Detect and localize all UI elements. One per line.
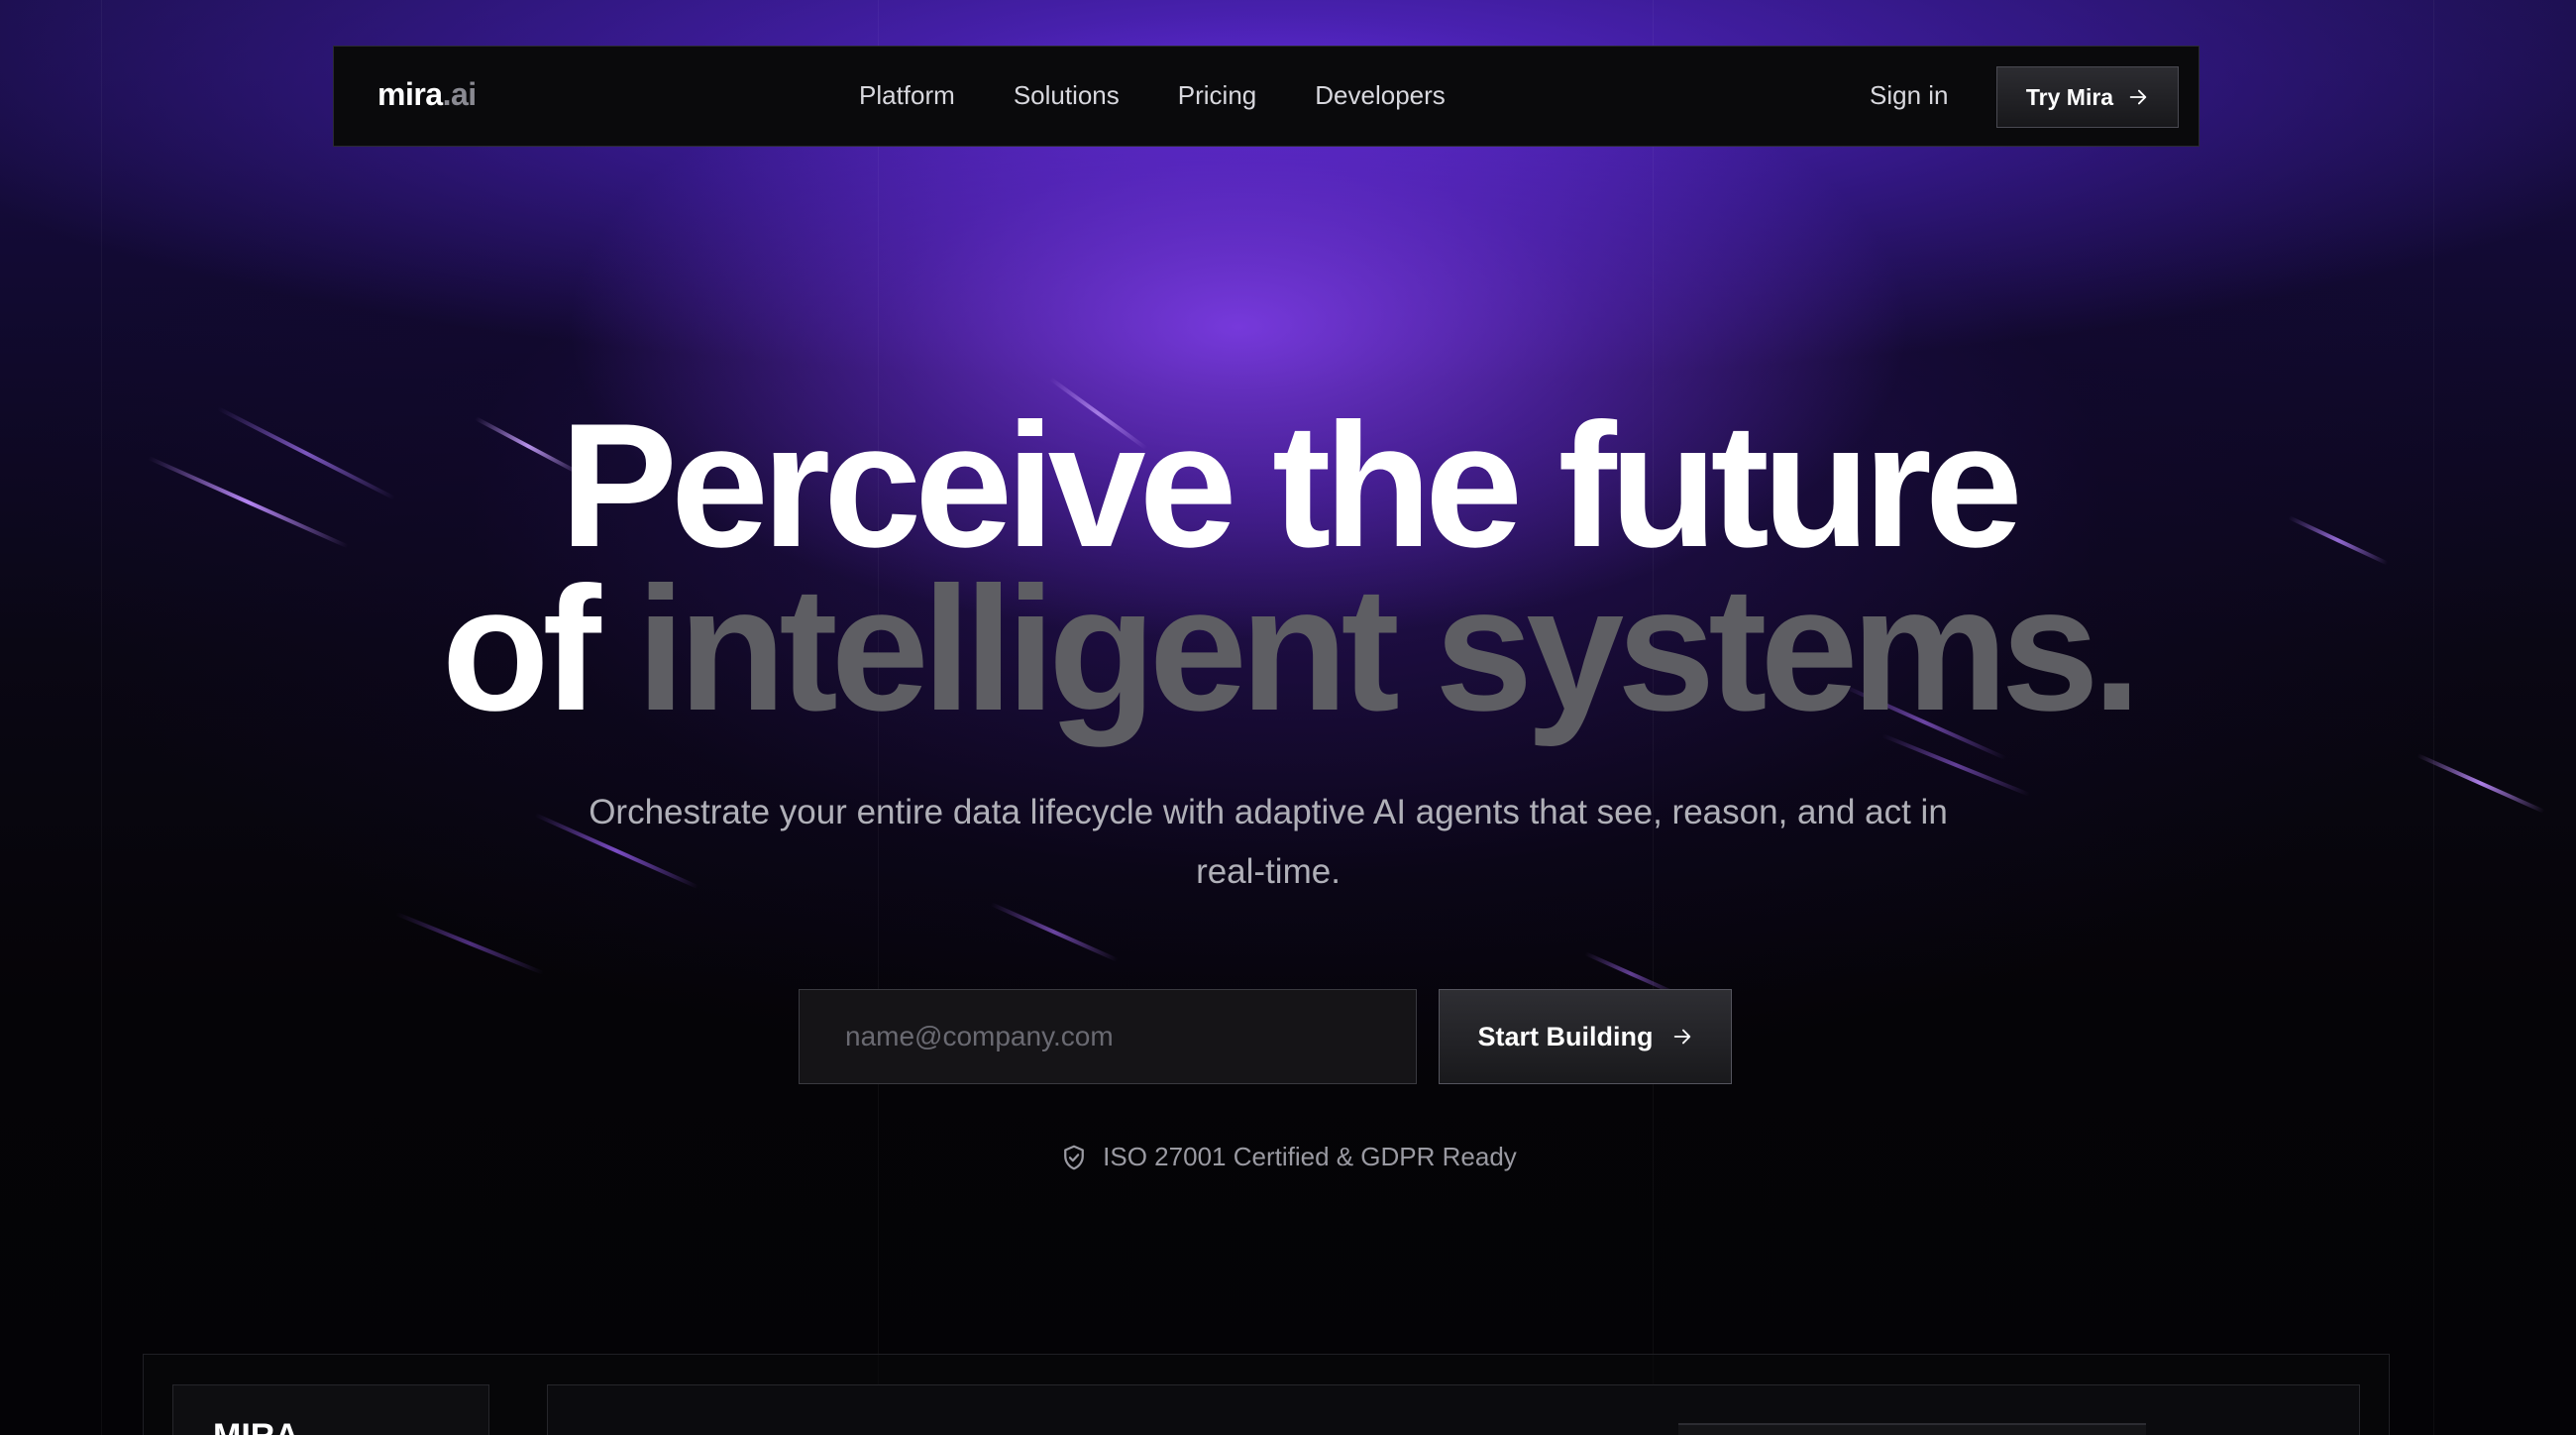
top-navbar: mira.ai Platform Solutions Pricing Devel… bbox=[333, 46, 2200, 147]
email-input[interactable]: name@company.com bbox=[799, 989, 1417, 1084]
nav-links: Platform Solutions Pricing Developers bbox=[859, 80, 1446, 111]
logo-main-text: mira bbox=[377, 76, 443, 112]
nav-link-developers[interactable]: Developers bbox=[1315, 80, 1446, 111]
nav-link-platform[interactable]: Platform bbox=[859, 80, 955, 111]
sign-in-link[interactable]: Sign in bbox=[1870, 80, 1949, 111]
hero-headline-of: of bbox=[441, 550, 601, 747]
nav-link-pricing[interactable]: Pricing bbox=[1178, 80, 1256, 111]
nav-link-solutions[interactable]: Solutions bbox=[1014, 80, 1120, 111]
try-mira-button[interactable]: Try Mira bbox=[1996, 66, 2179, 128]
preview-sidebar: MIRA bbox=[172, 1384, 489, 1435]
try-mira-label: Try Mira bbox=[2025, 83, 2114, 110]
light-streak bbox=[990, 902, 1119, 962]
preview-sidebar-logo: MIRA bbox=[213, 1417, 299, 1435]
shield-check-icon bbox=[1064, 1145, 1085, 1169]
hero-headline-highlight: intelligent systems. bbox=[636, 550, 2141, 747]
hero-headline-line2: of intelligent systems. bbox=[0, 550, 2576, 748]
hero-subtitle: Orchestrate your entire data lifecycle w… bbox=[589, 793, 1948, 891]
preview-inner-widget bbox=[1678, 1423, 2146, 1435]
start-building-button[interactable]: Start Building bbox=[1439, 989, 1732, 1084]
email-placeholder: name@company.com bbox=[845, 1021, 1114, 1051]
light-streak bbox=[2416, 753, 2545, 814]
trust-text: ISO 27001 Certified & GDPR Ready bbox=[1103, 1142, 1517, 1171]
arrow-right-icon bbox=[2129, 89, 2147, 105]
brand-logo[interactable]: mira.ai bbox=[377, 76, 477, 113]
light-streak bbox=[395, 912, 545, 975]
logo-suffix-text: .ai bbox=[442, 76, 478, 112]
start-building-label: Start Building bbox=[1477, 1021, 1654, 1051]
arrow-right-icon bbox=[1673, 1029, 1690, 1045]
trust-badge: ISO 27001 Certified & GDPR Ready bbox=[0, 1142, 2576, 1172]
